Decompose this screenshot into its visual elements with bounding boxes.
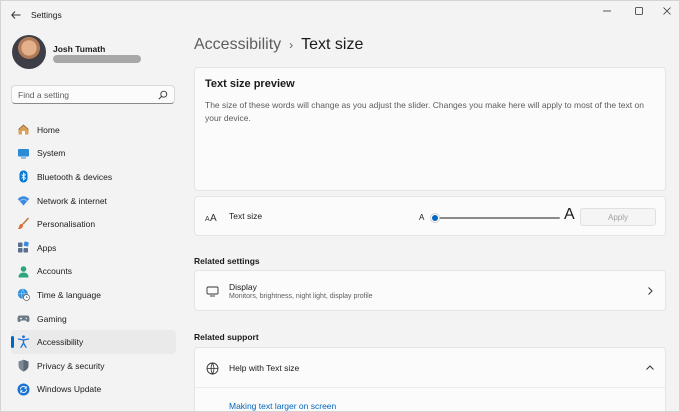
page-title: Text size (301, 36, 364, 53)
close-button[interactable] (656, 4, 678, 18)
update-icon (17, 383, 30, 396)
minimize-button[interactable] (596, 4, 618, 18)
home-icon (18, 124, 29, 135)
sidebar-item-label: Network & internet (37, 195, 107, 206)
apps-icon (18, 241, 29, 253)
search-box[interactable] (11, 85, 175, 104)
bluetooth-icon (19, 170, 28, 183)
text-size-label: Text size (229, 211, 263, 221)
back-button[interactable] (7, 7, 25, 23)
chevron-up-icon[interactable] (645, 363, 655, 373)
sidebar-item-privacy-security[interactable]: Privacy & security (11, 354, 176, 378)
sidebar-item-bluetooth[interactable]: Bluetooth & devices (11, 165, 176, 189)
sidebar-item-accessibility[interactable]: Accessibility (11, 330, 176, 354)
search-icon[interactable] (158, 90, 168, 100)
help-text-size-expander: Help with Text size Making text larger o… (194, 347, 666, 411)
app-title: Settings (31, 10, 62, 20)
accessibility-icon (17, 335, 30, 349)
sidebar-item-network[interactable]: Network & internet (11, 189, 176, 213)
close-icon (663, 7, 671, 15)
sidebar-item-label: Home (37, 124, 60, 135)
globe-clock-icon (17, 288, 30, 302)
sidebar-item-time-language[interactable]: Time & language (11, 283, 176, 307)
breadcrumb: Accessibility › Text size (194, 36, 363, 54)
sidebar-item-home[interactable]: Home (11, 118, 176, 142)
text-size-preview-card: Text size preview The size of these word… (194, 67, 666, 191)
sidebar-item-apps[interactable]: Apps (11, 236, 176, 260)
sidebar-item-personalisation[interactable]: Personalisation (11, 212, 176, 236)
profile-name: Josh Tumath (53, 44, 106, 54)
sidebar-item-label: Accounts (37, 266, 72, 277)
sidebar-item-label: Windows Update (37, 384, 102, 395)
text-size-slider[interactable] (430, 213, 560, 223)
minimize-icon (603, 10, 611, 12)
help-link-larger-text[interactable]: Making text larger on screen (229, 401, 336, 411)
preview-title: Text size preview (205, 78, 295, 90)
text-size-setting-card: A A Text size A A Apply (194, 196, 666, 236)
globe-icon (205, 361, 219, 375)
sidebar-item-label: Gaming (37, 313, 67, 324)
brush-icon (17, 217, 30, 230)
sidebar-item-gaming[interactable]: Gaming (11, 307, 176, 331)
wifi-icon (17, 196, 30, 206)
title-bar: Settings (1, 1, 679, 29)
profile-email-redacted (53, 55, 141, 63)
search-input[interactable] (18, 88, 158, 102)
sidebar-item-label: Apps (37, 242, 57, 253)
breadcrumb-separator: › (289, 38, 294, 52)
sidebar-item-label: Personalisation (37, 219, 96, 230)
text-size-icon: A A (205, 210, 219, 224)
related-settings-heading: Related settings (194, 256, 260, 266)
svg-text:A: A (210, 213, 217, 223)
sidebar-item-windows-update[interactable]: Windows Update (11, 378, 176, 402)
chevron-right-icon (648, 287, 653, 295)
apply-button[interactable]: Apply (580, 208, 656, 226)
settings-window: Settings Josh Tumath Home (0, 0, 680, 412)
sidebar-item-label: Privacy & security (37, 360, 105, 371)
display-description: Monitors, brightness, night light, displ… (229, 293, 373, 300)
display-label: Display (229, 282, 257, 292)
back-arrow-icon (11, 11, 21, 19)
sidebar-item-label: Time & language (37, 289, 101, 300)
maximize-icon (635, 7, 643, 15)
maximize-button[interactable] (628, 4, 650, 18)
shield-icon (18, 359, 29, 372)
gaming-icon (17, 315, 30, 322)
system-icon (18, 148, 29, 159)
sidebar-item-label: Bluetooth & devices (37, 171, 113, 182)
help-label[interactable]: Help with Text size (229, 363, 299, 373)
sidebar-item-label: Accessibility (37, 337, 84, 348)
breadcrumb-parent[interactable]: Accessibility (194, 36, 281, 54)
slider-min-marker: A (419, 213, 425, 222)
sidebar-item-label: System (37, 148, 66, 159)
divider (195, 387, 665, 388)
related-support-heading: Related support (194, 332, 259, 342)
display-setting-row[interactable]: Display Monitors, brightness, night ligh… (194, 270, 666, 311)
monitor-icon (205, 284, 219, 298)
slider-max-marker: A (564, 206, 575, 223)
sidebar-item-accounts[interactable]: Accounts (11, 260, 176, 284)
sidebar-nav: Home System Bluetooth & devices Network … (11, 118, 176, 401)
slider-thumb[interactable] (430, 213, 440, 223)
sidebar-item-system[interactable]: System (11, 142, 176, 166)
accounts-icon (18, 265, 29, 278)
preview-text: The size of these words will change as y… (205, 100, 644, 123)
avatar[interactable] (12, 35, 46, 69)
